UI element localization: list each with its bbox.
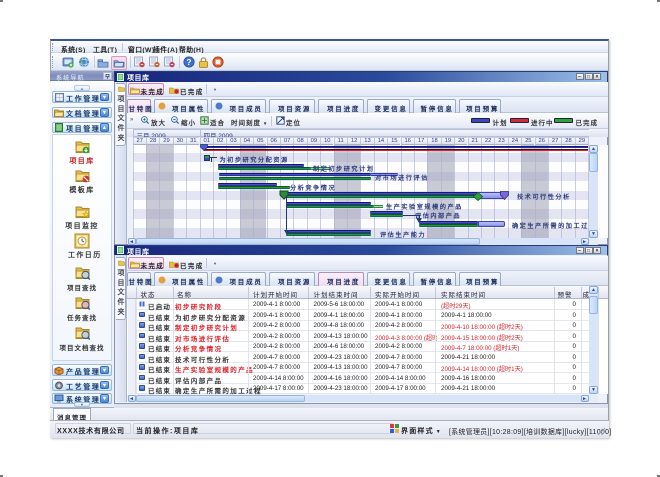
svg-text:?: ?	[187, 58, 192, 67]
